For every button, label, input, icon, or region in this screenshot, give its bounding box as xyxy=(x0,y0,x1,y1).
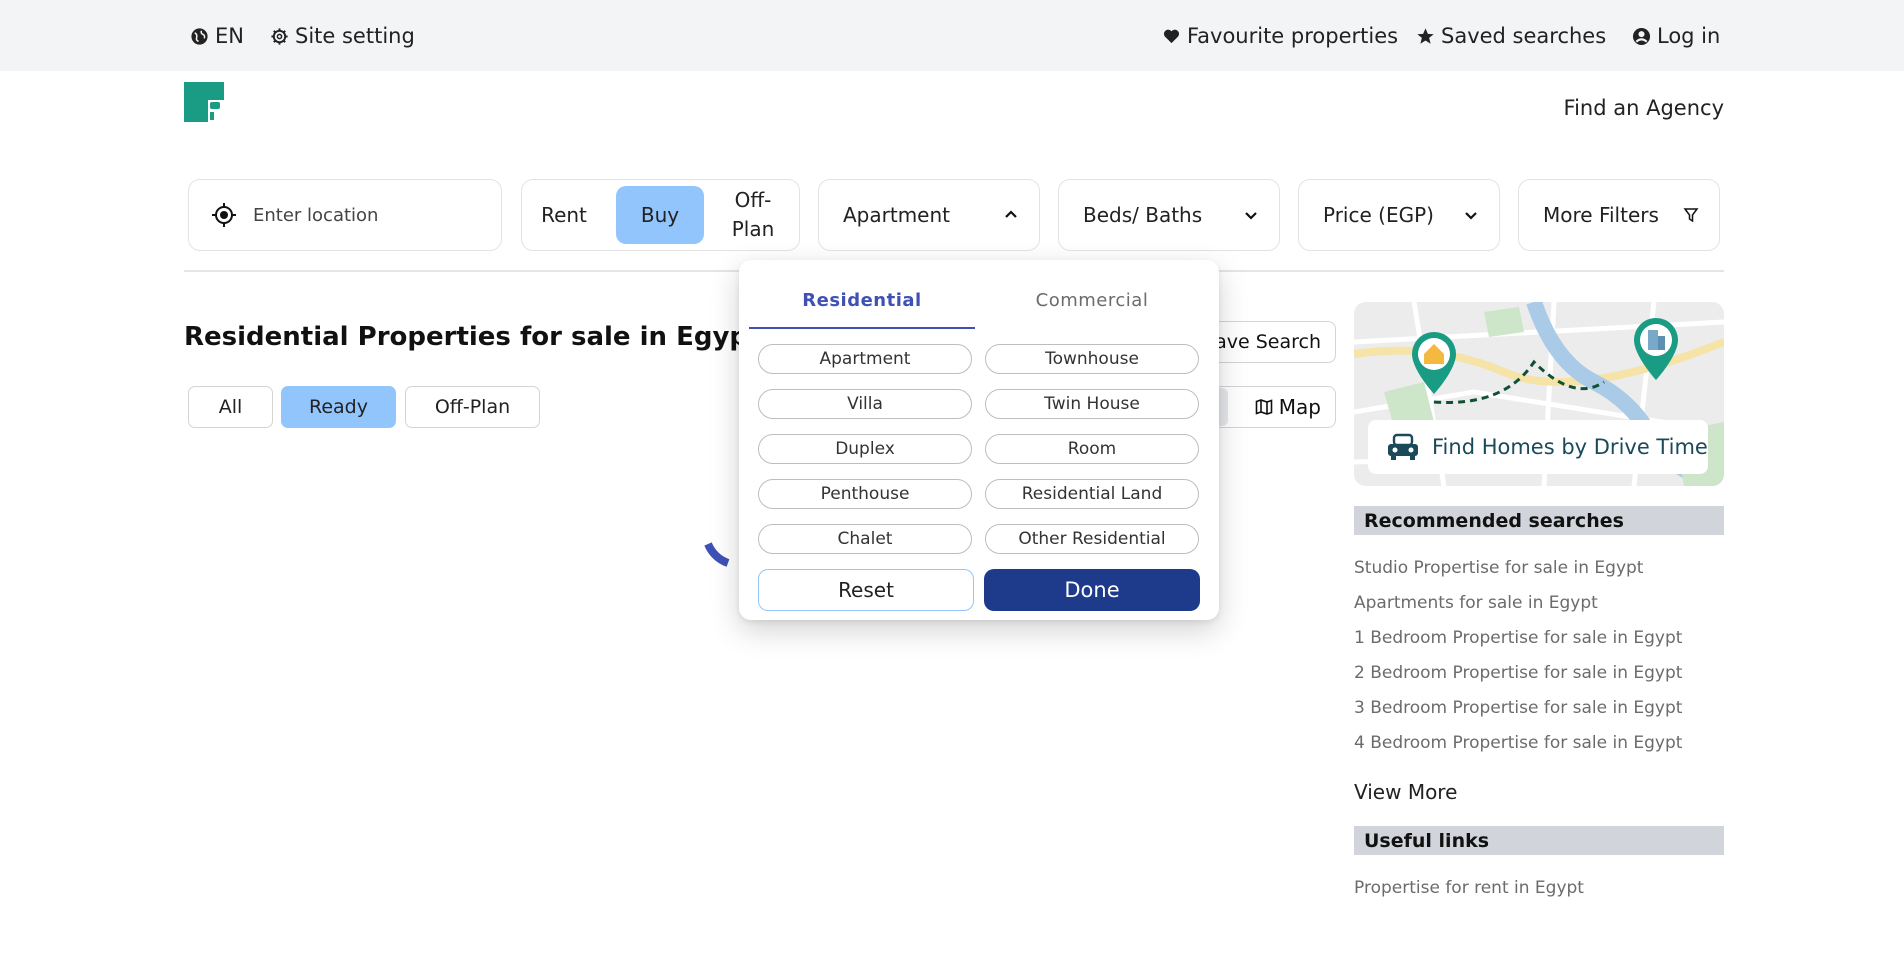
locate-icon xyxy=(212,203,236,227)
more-filters-button[interactable]: More Filters xyxy=(1518,179,1720,251)
reset-button[interactable]: Reset xyxy=(758,569,974,611)
property-type-panel: Residential Commercial Apartment Villa D… xyxy=(739,260,1219,620)
saved-searches-link[interactable]: Saved searches xyxy=(1416,22,1606,50)
option-twin-house[interactable]: Twin House xyxy=(985,389,1199,419)
price-label: Price (EGP) xyxy=(1323,203,1434,227)
option-duplex[interactable]: Duplex xyxy=(758,434,972,464)
login-link[interactable]: Log in xyxy=(1632,22,1720,50)
beds-baths-label: Beds/ Baths xyxy=(1083,203,1203,227)
completion-all[interactable]: All xyxy=(188,386,273,428)
chevron-down-icon xyxy=(1465,212,1477,220)
view-more-link[interactable]: View More xyxy=(1354,780,1457,804)
completion-ready[interactable]: Ready xyxy=(281,386,396,428)
done-button[interactable]: Done xyxy=(984,569,1200,611)
beds-baths-dropdown[interactable]: Beds/ Baths xyxy=(1058,179,1280,251)
recommended-link[interactable]: Studio Propertise for sale in Egypt xyxy=(1354,558,1643,578)
globe-icon xyxy=(191,27,208,45)
language-selector[interactable]: EN xyxy=(190,22,244,50)
tab-commercial[interactable]: Commercial xyxy=(979,290,1205,311)
heart-icon xyxy=(1163,29,1180,43)
purpose-rent[interactable]: Rent xyxy=(536,186,592,244)
option-villa[interactable]: Villa xyxy=(758,389,972,419)
completion-off-plan[interactable]: Off-Plan xyxy=(405,386,540,428)
drive-time-button[interactable]: Find Homes by Drive Time xyxy=(1368,420,1708,474)
purpose-buy[interactable]: Buy xyxy=(616,186,704,244)
option-penthouse[interactable]: Penthouse xyxy=(758,479,972,509)
favourite-properties-link[interactable]: Favourite properties xyxy=(1162,22,1398,50)
recommended-link[interactable]: 2 Bedroom Propertise for sale in Egypt xyxy=(1354,663,1682,683)
site-setting-label: Site setting xyxy=(295,24,415,48)
login-label: Log in xyxy=(1657,24,1721,48)
recommended-link[interactable]: 3 Bedroom Propertise for sale in Egypt xyxy=(1354,698,1682,718)
chevron-down-icon xyxy=(1245,212,1257,220)
option-apartment[interactable]: Apartment xyxy=(758,344,972,374)
find-agency-link[interactable]: Find an Agency xyxy=(1564,96,1724,120)
saved-searches-label: Saved searches xyxy=(1441,24,1607,48)
purpose-off-plan[interactable]: Off- Plan xyxy=(720,186,786,244)
recommended-link[interactable]: 4 Bedroom Propertise for sale in Egypt xyxy=(1354,733,1682,753)
useful-link[interactable]: Propertise for rent in Egypt xyxy=(1354,878,1584,898)
map-icon xyxy=(1255,399,1273,415)
option-chalet[interactable]: Chalet xyxy=(758,524,972,554)
map-label: Map xyxy=(1278,395,1321,419)
top-bar: EN Site setting Favourite properties Sav… xyxy=(0,0,1904,71)
site-setting-link[interactable]: Site setting xyxy=(270,22,415,50)
option-residential-land[interactable]: Residential Land xyxy=(985,479,1199,509)
option-other-residential[interactable]: Other Residential xyxy=(985,524,1199,554)
property-type-dropdown[interactable]: Apartment xyxy=(818,179,1040,251)
price-dropdown[interactable]: Price (EGP) xyxy=(1298,179,1500,251)
brand-logo[interactable] xyxy=(184,82,224,122)
option-room[interactable]: Room xyxy=(985,434,1199,464)
user-circle-icon xyxy=(1632,27,1651,45)
location-search[interactable] xyxy=(188,179,502,251)
drive-time-label: Find Homes by Drive Time xyxy=(1432,435,1708,459)
filter-funnel-icon xyxy=(1683,208,1699,223)
car-icon xyxy=(1388,433,1418,460)
useful-links-heading: Useful links xyxy=(1354,826,1724,855)
option-townhouse[interactable]: Townhouse xyxy=(985,344,1199,374)
recommended-link[interactable]: 1 Bedroom Propertise for sale in Egypt xyxy=(1354,628,1682,648)
chevron-up-icon xyxy=(1005,210,1017,218)
gear-icon xyxy=(271,27,288,45)
purpose-toggle: Rent Buy Off- Plan xyxy=(521,179,800,251)
recommended-link[interactable]: Apartments for sale in Egypt xyxy=(1354,593,1598,613)
more-filters-label: More Filters xyxy=(1543,203,1659,227)
property-type-label: Apartment xyxy=(843,203,951,227)
location-input[interactable] xyxy=(253,204,473,226)
language-label: EN xyxy=(215,24,244,48)
favourites-label: Favourite properties xyxy=(1187,24,1399,48)
active-tab-indicator xyxy=(749,327,975,329)
tab-residential[interactable]: Residential xyxy=(749,290,975,311)
recommended-searches-heading: Recommended searches xyxy=(1354,506,1724,535)
drive-time-card[interactable]: Find Homes by Drive Time xyxy=(1354,302,1724,486)
page-title: Residential Properties for sale in Egypt xyxy=(184,322,761,352)
star-icon xyxy=(1417,27,1434,44)
